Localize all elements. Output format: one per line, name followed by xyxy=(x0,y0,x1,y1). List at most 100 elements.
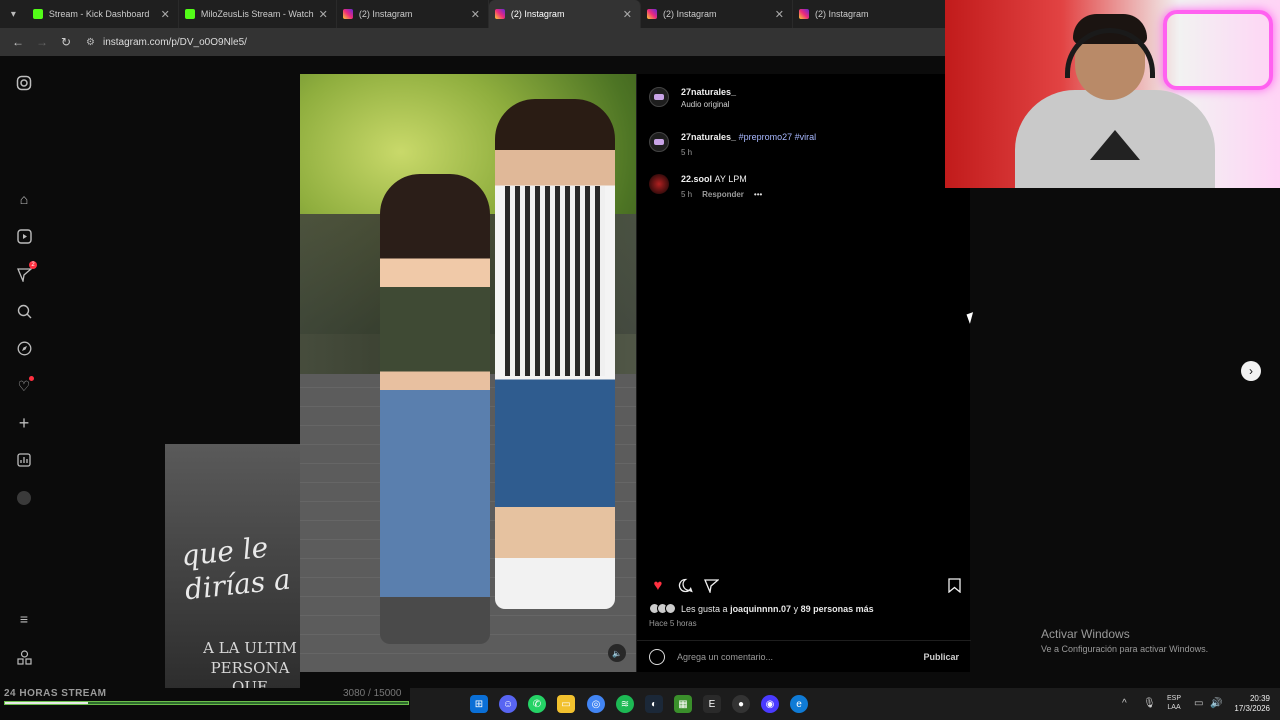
kick-icon xyxy=(32,9,43,19)
profile-icon[interactable] xyxy=(15,489,33,507)
tab-title: (2) Instagram xyxy=(815,9,869,19)
whatsapp-icon[interactable]: ✆ xyxy=(528,695,546,713)
explore-icon[interactable] xyxy=(15,339,33,357)
mute-toggle-icon[interactable]: 🔈 xyxy=(608,644,626,662)
publish-button[interactable]: Publicar xyxy=(923,652,959,662)
emoji-icon[interactable] xyxy=(649,648,665,665)
caption-time: 5 h xyxy=(681,148,693,157)
likes-mid: y xyxy=(793,603,799,614)
create-icon[interactable]: + xyxy=(15,413,33,433)
stream-goal-count: 3080 / 15000 xyxy=(343,688,402,699)
instagram-icon xyxy=(494,9,505,19)
display-icon[interactable]: ▭ xyxy=(1194,698,1203,709)
stream-goal-progress-fill xyxy=(5,702,88,704)
like-heart-icon[interactable]: ♥ xyxy=(649,576,667,594)
obs-icon[interactable]: ● xyxy=(732,695,750,713)
epic-games-icon[interactable]: E xyxy=(703,695,721,713)
comment-input[interactable] xyxy=(677,651,924,662)
tab-search-menu-icon[interactable]: ▾ xyxy=(0,0,27,28)
dashboard-icon[interactable] xyxy=(15,451,33,469)
tab-title: Stream - Kick Dashboard xyxy=(48,9,150,19)
share-icon[interactable] xyxy=(702,576,720,594)
messages-icon[interactable]: 2 xyxy=(15,261,37,283)
author-avatar[interactable] xyxy=(649,87,669,107)
tab-instagram-3[interactable]: (2) Instagram ✕ xyxy=(641,0,794,28)
save-bookmark-icon[interactable] xyxy=(945,576,963,594)
author-username[interactable]: 27naturales_ xyxy=(681,87,736,97)
caption-hashtags[interactable]: #prepromo27 #viral xyxy=(739,132,817,142)
tab-kick-stream[interactable]: MiloZeusLis Stream - Watch Live ✕ xyxy=(179,0,337,28)
close-tab-icon[interactable]: ✕ xyxy=(775,8,784,21)
liker-avatar xyxy=(665,603,676,614)
forward-arrow-icon[interactable]: → xyxy=(30,30,54,54)
stream-goal-progress xyxy=(4,701,409,705)
edge-icon[interactable]: e xyxy=(790,695,808,713)
likes-prefix: Les gusta a xyxy=(681,603,728,614)
comment-icon[interactable] xyxy=(676,576,694,594)
home-icon[interactable]: ⌂ xyxy=(15,190,33,208)
likes-user[interactable]: joaquinnnn.07 xyxy=(730,604,791,614)
app-icon[interactable]: ◉ xyxy=(761,695,779,713)
activate-windows-subtitle: Ve a Configuración para activar Windows. xyxy=(1041,644,1209,654)
webcam-overlay xyxy=(945,0,1280,188)
tab-bar: ▾ Stream - Kick Dashboard ✕ MiloZeusLis … xyxy=(0,0,945,28)
notifications-icon[interactable]: ♡ xyxy=(15,376,34,395)
audio-label[interactable]: Audio original xyxy=(681,100,736,109)
caption-username[interactable]: 27naturales_ xyxy=(681,132,736,142)
commenter-username[interactable]: 22.sool xyxy=(681,174,712,184)
post-caption: 27naturales_ #prepromo27 #viral 5 h xyxy=(649,132,816,157)
close-tab-icon[interactable]: ✕ xyxy=(319,8,328,21)
instagram-icon xyxy=(646,9,657,19)
tab-instagram-active[interactable]: (2) Instagram ✕ xyxy=(488,0,641,28)
language-indicator[interactable]: ESP LAA xyxy=(1167,694,1181,712)
caption-avatar[interactable] xyxy=(649,132,669,152)
close-tab-icon[interactable]: ✕ xyxy=(471,8,480,21)
comment-item: 22.sool AY LPM 5 h Responder ••• xyxy=(649,174,762,199)
volume-icon[interactable]: 🔊 xyxy=(1210,698,1222,709)
post-header: 27naturales_ Audio original xyxy=(649,87,736,109)
tab-kick-dashboard[interactable]: Stream - Kick Dashboard ✕ xyxy=(27,0,179,28)
file-explorer-icon[interactable]: ▭ xyxy=(557,695,575,713)
windows-taskbar: ⊞ ☺ ✆ ▭ ◎ ≋ ◐ ▦ E ● ◉ e ^ 🎙 ESP LAA ▭ 🔊 … xyxy=(410,688,1280,720)
post-video[interactable]: 🔈 xyxy=(300,74,636,672)
reply-button[interactable]: Responder xyxy=(702,190,744,199)
microphone-icon[interactable]: 🎙 xyxy=(1143,698,1156,709)
reels-icon[interactable] xyxy=(15,227,33,245)
windows-start-icon[interactable]: ⊞ xyxy=(470,695,488,713)
instagram-logo-icon[interactable] xyxy=(15,74,33,92)
video-person-girl xyxy=(380,174,490,644)
discord-icon[interactable]: ☺ xyxy=(499,695,517,713)
close-tab-icon[interactable]: ✕ xyxy=(161,8,170,21)
minecraft-icon[interactable]: ▦ xyxy=(674,695,692,713)
thumbnail-caption-text: A LA ULTIM PERSONA QUE BESASTE? xyxy=(203,639,297,688)
comment-options-icon[interactable]: ••• xyxy=(754,190,762,199)
previous-post-thumbnail[interactable]: que le dirías a A LA ULTIM PERSONA QUE B… xyxy=(165,444,300,688)
stream-goal-bar: 24 HORAS STREAM 3080 / 15000 xyxy=(0,688,410,720)
address-bar: ← → ↻ ⚙ instagram.com/p/DV_o0O9Nle5/ xyxy=(0,28,945,56)
menu-icon[interactable]: ≡ xyxy=(15,610,33,628)
reload-icon[interactable]: ↻ xyxy=(54,30,78,54)
tab-instagram-4[interactable]: (2) Instagram xyxy=(793,0,945,28)
comment-time: 5 h xyxy=(681,190,693,199)
search-icon[interactable] xyxy=(15,302,33,320)
post-timestamp: Hace 5 horas xyxy=(649,619,697,628)
site-settings-icon[interactable]: ⚙ xyxy=(86,37,95,48)
likes-others[interactable]: 89 personas más xyxy=(801,604,874,614)
next-post-arrow-icon[interactable]: › xyxy=(1241,361,1261,381)
tray-overflow-icon[interactable]: ^ xyxy=(1122,698,1127,709)
steam-icon[interactable]: ◐ xyxy=(645,695,663,713)
likes-summary[interactable]: Les gusta a joaquinnnn.07 y 89 personas … xyxy=(649,603,874,614)
taskbar-clock[interactable]: 20:39 17/3/2026 xyxy=(1225,694,1270,715)
tab-title: (2) Instagram xyxy=(662,9,717,19)
instagram-sidebar: ⌂ 2 ♡ + ≡ xyxy=(0,56,48,688)
instagram-icon xyxy=(799,9,810,19)
close-tab-icon[interactable]: ✕ xyxy=(623,8,632,21)
back-arrow-icon[interactable]: ← xyxy=(6,30,30,54)
stream-goal-label: 24 HORAS STREAM xyxy=(4,688,107,699)
commenter-avatar[interactable] xyxy=(649,174,669,194)
url-field[interactable]: ⚙ instagram.com/p/DV_o0O9Nle5/ xyxy=(86,37,247,48)
tab-instagram-1[interactable]: (2) Instagram ✕ xyxy=(337,0,489,28)
chrome-icon[interactable]: ◎ xyxy=(587,695,605,713)
spotify-icon[interactable]: ≋ xyxy=(616,695,634,713)
more-apps-icon[interactable] xyxy=(15,648,33,666)
